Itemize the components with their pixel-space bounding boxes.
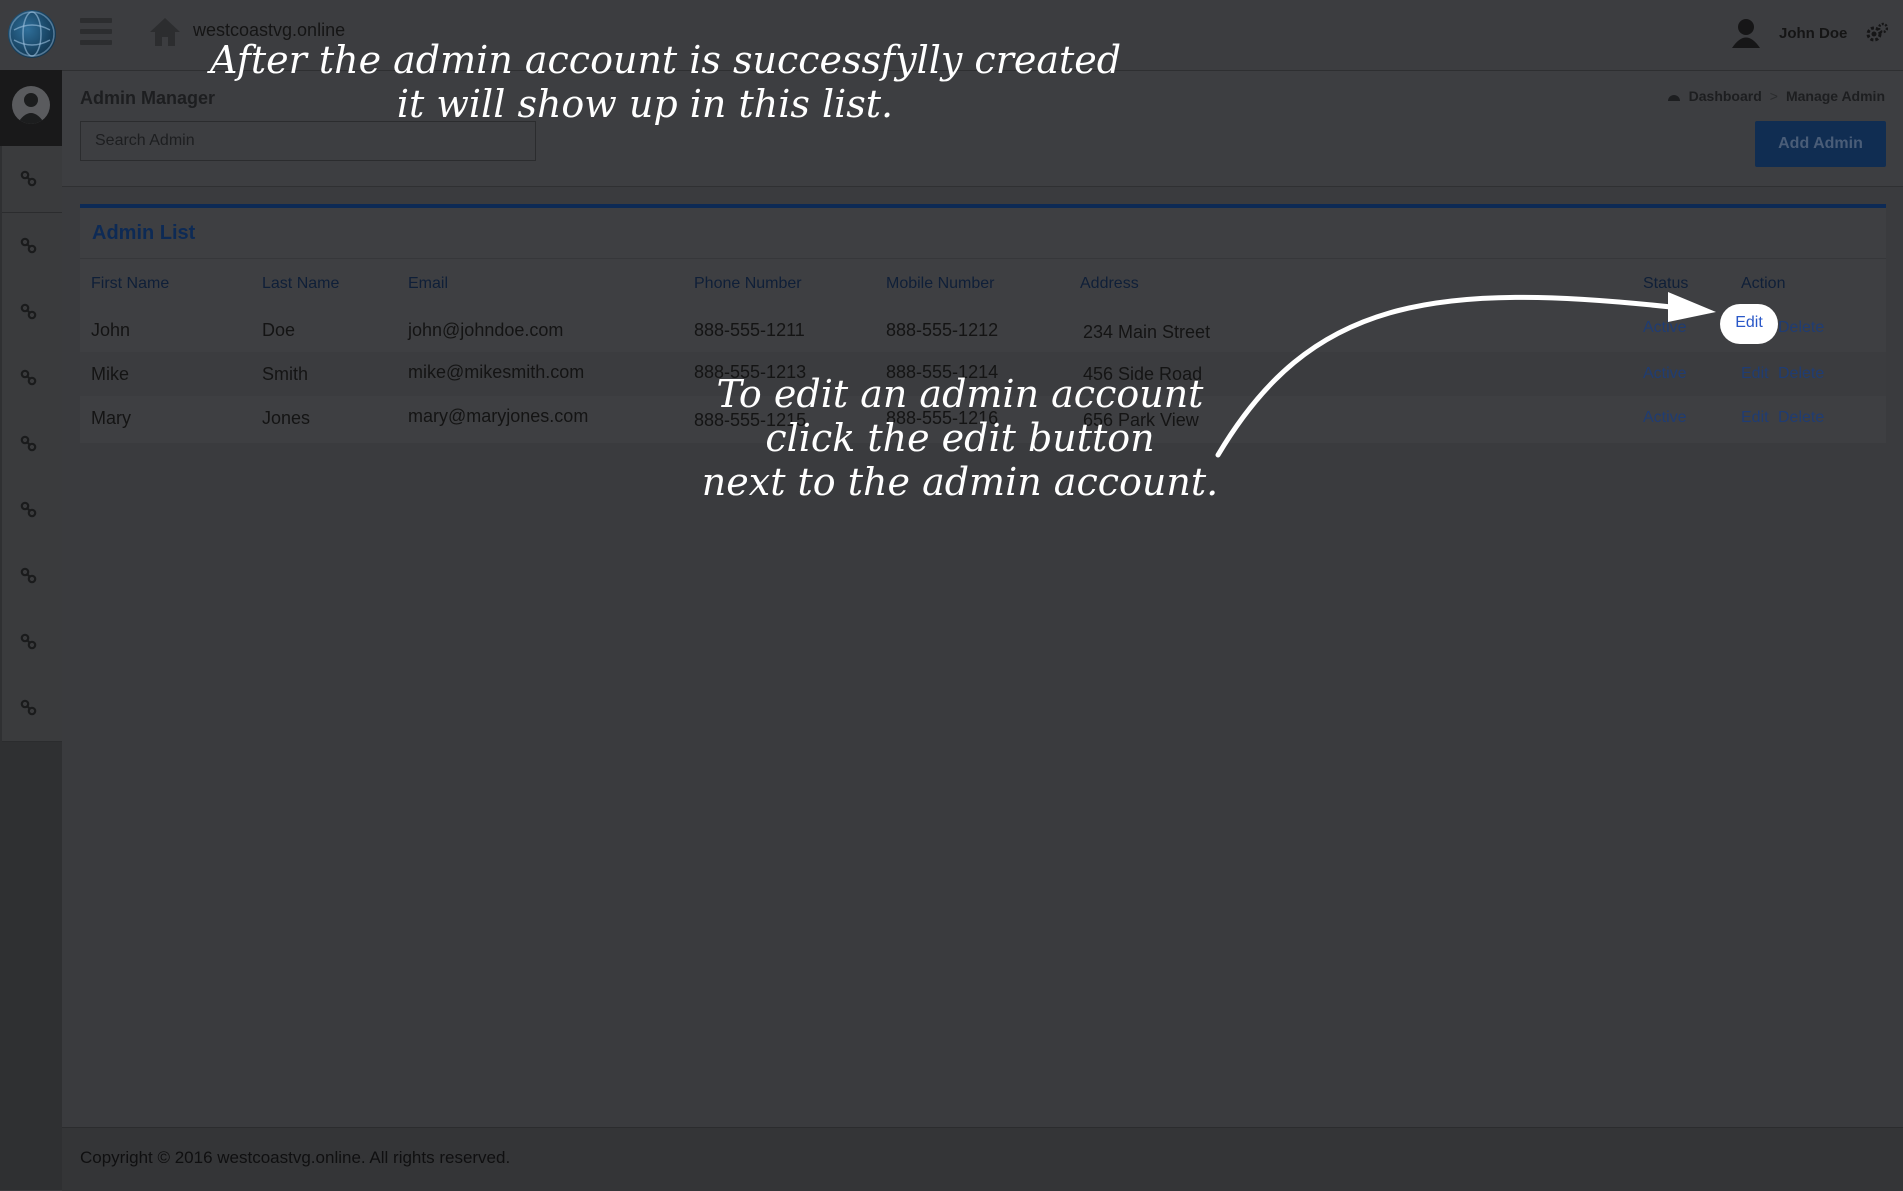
home-icon[interactable] bbox=[148, 16, 182, 48]
user-name[interactable]: John Doe bbox=[1779, 25, 1847, 42]
sidebar-item[interactable] bbox=[2, 675, 62, 742]
breadcrumb-dashboard[interactable]: Dashboard bbox=[1689, 88, 1762, 104]
link-icon bbox=[20, 369, 37, 386]
sidebar-item[interactable] bbox=[2, 345, 62, 412]
cell-address: 234 Main Street bbox=[1083, 322, 1211, 342]
col-header-last-name[interactable]: Last Name bbox=[262, 275, 339, 293]
status-link[interactable]: Active bbox=[1643, 319, 1687, 337]
cell-last-name: Doe bbox=[262, 320, 296, 340]
sidebar-item[interactable] bbox=[2, 279, 62, 346]
col-header-phone[interactable]: Phone Number bbox=[694, 275, 802, 293]
annotation-top-line2: it will show up in this list. bbox=[396, 82, 894, 126]
sidebar-item[interactable] bbox=[2, 411, 62, 478]
cell-phone: 888-555-1211 bbox=[694, 320, 805, 340]
link-icon bbox=[20, 435, 37, 452]
cell-first-name: Mike bbox=[91, 364, 130, 384]
status-link[interactable]: Active bbox=[1643, 409, 1687, 427]
cell-first-name: John bbox=[91, 320, 131, 340]
sidebar-item[interactable] bbox=[2, 146, 62, 213]
edit-link[interactable]: Edit bbox=[1741, 365, 1769, 383]
link-icon bbox=[20, 237, 37, 254]
annotation-middle: To edit an admin account click the edit … bbox=[700, 372, 1220, 504]
edit-link[interactable]: Edit bbox=[1720, 314, 1778, 332]
add-admin-button[interactable]: Add Admin bbox=[1755, 121, 1886, 167]
globe-logo-icon[interactable] bbox=[8, 10, 56, 58]
panel-title: Admin List bbox=[92, 222, 196, 244]
annotation-top-line1: After the admin account is successfylly … bbox=[210, 38, 1122, 82]
delete-link[interactable]: Delete bbox=[1778, 319, 1824, 337]
annotation-mid-line3: next to the admin account. bbox=[701, 460, 1219, 504]
user-avatar-icon[interactable] bbox=[1731, 17, 1761, 49]
link-icon bbox=[20, 633, 37, 650]
panel-divider bbox=[80, 258, 1886, 259]
cell-mobile: 888-555-1212 bbox=[886, 320, 999, 340]
cell-email: mike@mikesmith.com bbox=[408, 362, 585, 382]
cell-last-name: Jones bbox=[262, 408, 311, 428]
footer: Copyright © 2016 westcoastvg.online. All… bbox=[62, 1127, 1903, 1191]
avatar bbox=[12, 86, 50, 124]
link-icon bbox=[20, 170, 37, 187]
search-input[interactable] bbox=[80, 121, 536, 161]
copyright-text: Copyright © 2016 westcoastvg.online. All… bbox=[80, 1148, 511, 1167]
col-header-mobile[interactable]: Mobile Number bbox=[886, 275, 994, 293]
sidebar-item[interactable] bbox=[2, 213, 62, 280]
page-title: Admin Manager bbox=[80, 88, 216, 108]
edit-button-highlight[interactable]: Edit bbox=[1720, 304, 1778, 344]
col-header-action: Action bbox=[1741, 275, 1786, 292]
link-icon bbox=[20, 501, 37, 518]
cell-email: mary@maryjones.com bbox=[408, 406, 589, 426]
link-icon bbox=[20, 567, 37, 584]
annotation-top: After the admin account is successfylly … bbox=[210, 38, 1122, 126]
col-header-email[interactable]: Email bbox=[408, 275, 448, 293]
col-header-status: Status bbox=[1643, 275, 1689, 292]
edit-link[interactable]: Edit bbox=[1741, 409, 1769, 427]
cell-email: john@johndoe.com bbox=[408, 320, 564, 340]
cell-first-name: Mary bbox=[91, 408, 131, 428]
col-header-first-name[interactable]: First Name bbox=[91, 275, 169, 293]
link-icon bbox=[20, 303, 37, 320]
table-row: John Doe john@johndoe.com 888-555-1211 8… bbox=[80, 308, 1886, 352]
annotation-mid-line1: To edit an admin account bbox=[716, 372, 1204, 416]
menu-toggle-icon[interactable] bbox=[80, 18, 112, 48]
delete-link[interactable]: Delete bbox=[1778, 409, 1824, 427]
breadcrumb-separator: > bbox=[1769, 88, 1778, 104]
sidebar-item[interactable] bbox=[2, 609, 62, 676]
status-link[interactable]: Active bbox=[1643, 365, 1687, 383]
sidebar-avatar[interactable] bbox=[0, 70, 62, 146]
sidebar-item[interactable] bbox=[2, 477, 62, 544]
cell-last-name: Smith bbox=[262, 364, 309, 384]
delete-link[interactable]: Delete bbox=[1778, 365, 1824, 383]
dashboard-icon bbox=[1667, 95, 1680, 101]
settings-gear-icon[interactable] bbox=[1866, 22, 1888, 44]
breadcrumb-current: Manage Admin bbox=[1785, 88, 1885, 104]
annotation-mid-line2: click the edit button bbox=[765, 416, 1155, 460]
sidebar-item[interactable] bbox=[2, 543, 62, 610]
sidebar bbox=[0, 70, 62, 1190]
col-header-address[interactable]: Address bbox=[1080, 275, 1139, 293]
breadcrumb: Dashboard > Manage Admin bbox=[1667, 88, 1885, 104]
link-icon bbox=[20, 699, 37, 716]
